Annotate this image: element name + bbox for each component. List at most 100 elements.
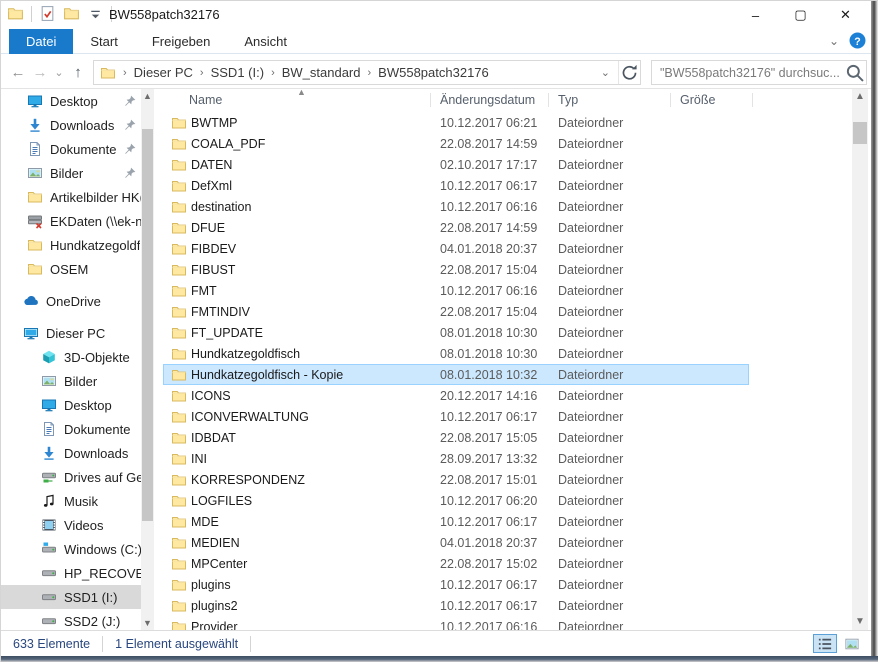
- back-button[interactable]: ←: [7, 64, 29, 81]
- sidebar-item[interactable]: Bilder: [1, 369, 141, 393]
- file-row[interactable]: plugins210.12.2017 06:17Dateiordner: [163, 595, 749, 616]
- address-bar[interactable]: ›Dieser PC›SSD1 (I:)›BW_standard›BW558pa…: [93, 60, 641, 85]
- file-row[interactable]: ICONVERWALTUNG10.12.2017 06:17Dateiordne…: [163, 406, 749, 427]
- sidebar-item[interactable]: Hundkatzegoldf: [1, 233, 141, 257]
- sidebar-item[interactable]: Bilder: [1, 161, 141, 185]
- sidebar-item-label: Downloads: [64, 446, 128, 461]
- column-header-type[interactable]: Typ: [549, 89, 671, 111]
- breadcrumb-chevron-icon[interactable]: ›: [268, 67, 278, 79]
- file-row[interactable]: MDE10.12.2017 06:17Dateiordner: [163, 511, 749, 532]
- file-row[interactable]: DFUE22.08.2017 14:59Dateiordner: [163, 217, 749, 238]
- sidebar-item[interactable]: SSD2 (J:): [1, 609, 141, 630]
- column-header-name[interactable]: Name: [161, 89, 431, 111]
- minimize-button[interactable]: –: [733, 1, 778, 29]
- scrollbar-thumb[interactable]: [853, 122, 867, 144]
- forward-button[interactable]: →: [29, 64, 51, 81]
- file-row[interactable]: DATEN02.10.2017 17:17Dateiordner: [163, 154, 749, 175]
- search-icon[interactable]: [844, 62, 866, 84]
- address-dropdown-icon[interactable]: ⌄: [593, 66, 618, 79]
- file-date: 10.12.2017 06:17: [431, 410, 549, 424]
- file-row[interactable]: FT_UPDATE08.01.2018 10:30Dateiordner: [163, 322, 749, 343]
- file-row[interactable]: BWTMP10.12.2017 06:21Dateiordner: [163, 112, 749, 133]
- sidebar-item[interactable]: OneDrive: [1, 289, 141, 313]
- file-row[interactable]: Hundkatzegoldfisch - Kopie08.01.2018 10:…: [163, 364, 749, 385]
- file-row[interactable]: LOGFILES10.12.2017 06:20Dateiordner: [163, 490, 749, 511]
- file-row[interactable]: destination10.12.2017 06:16Dateiordner: [163, 196, 749, 217]
- file-row[interactable]: DefXml10.12.2017 06:17Dateiordner: [163, 175, 749, 196]
- search-box[interactable]: "BW558patch32176" durchsuc...: [651, 60, 867, 85]
- recent-locations-icon[interactable]: ⌄: [51, 66, 67, 79]
- sidebar-item[interactable]: Drives auf Gerds: [1, 465, 141, 489]
- file-row[interactable]: plugins10.12.2017 06:17Dateiordner: [163, 574, 749, 595]
- file-type: Dateiordner: [549, 515, 671, 529]
- sidebar-item[interactable]: HP_RECOVERY (: [1, 561, 141, 585]
- file-row[interactable]: Provider10.12.2017 06:16Dateiordner: [163, 616, 749, 630]
- file-row[interactable]: FIBUST22.08.2017 15:04Dateiordner: [163, 259, 749, 280]
- maximize-button[interactable]: ▢: [778, 1, 823, 29]
- file-row[interactable]: IDBDAT22.08.2017 15:05Dateiordner: [163, 427, 749, 448]
- scroll-down-icon[interactable]: ▼: [141, 616, 154, 630]
- file-row[interactable]: MEDIEN04.01.2018 20:37Dateiordner: [163, 532, 749, 553]
- file-row[interactable]: FMT10.12.2017 06:16Dateiordner: [163, 280, 749, 301]
- close-button[interactable]: ✕: [823, 1, 868, 29]
- sidebar-item[interactable]: EKDaten (\\ek-n: [1, 209, 141, 233]
- file-type: Dateiordner: [549, 284, 671, 298]
- breadcrumb-item[interactable]: BW_standard: [278, 65, 365, 80]
- tab-datei[interactable]: Datei: [9, 29, 73, 54]
- breadcrumb-chevron-icon[interactable]: ›: [197, 67, 207, 79]
- qat-customize-icon[interactable]: [87, 5, 104, 22]
- file-row[interactable]: KORRESPONDENZ22.08.2017 15:01Dateiordner: [163, 469, 749, 490]
- tab-freigeben[interactable]: Freigeben: [135, 29, 228, 54]
- scrollbar-thumb[interactable]: [142, 129, 153, 521]
- scroll-up-icon[interactable]: ▲: [141, 89, 154, 103]
- sidebar-item[interactable]: 3D-Objekte: [1, 345, 141, 369]
- new-folder-icon[interactable]: [63, 5, 80, 22]
- sidebar-item[interactable]: Desktop: [1, 393, 141, 417]
- tab-ansicht[interactable]: Ansicht: [227, 29, 304, 54]
- file-row[interactable]: FMTINDIV22.08.2017 15:04Dateiordner: [163, 301, 749, 322]
- details-view-button[interactable]: [813, 634, 837, 653]
- sidebar-item[interactable]: Musik: [1, 489, 141, 513]
- breadcrumb-item[interactable]: Dieser PC: [130, 65, 197, 80]
- file-row[interactable]: ICONS20.12.2017 14:16Dateiordner: [163, 385, 749, 406]
- help-icon[interactable]: ?: [849, 32, 866, 49]
- folder-icon[interactable]: [7, 5, 24, 22]
- up-button[interactable]: ↑: [67, 64, 89, 81]
- sidebar-scrollbar[interactable]: ▲ ▼: [141, 89, 154, 630]
- pin-icon: [123, 142, 137, 156]
- sidebar-item[interactable]: Windows (C:): [1, 537, 141, 561]
- breadcrumb-chevron-icon[interactable]: ›: [120, 67, 130, 79]
- list-scrollbar[interactable]: ▲ ▼: [852, 89, 868, 630]
- file-row[interactable]: FIBDEV04.01.2018 20:37Dateiordner: [163, 238, 749, 259]
- sidebar-item[interactable]: Dieser PC: [1, 321, 141, 345]
- sidebar-item[interactable]: Videos: [1, 513, 141, 537]
- scroll-down-icon[interactable]: ▼: [852, 614, 868, 630]
- column-header-size[interactable]: Größe: [671, 89, 753, 111]
- breadcrumb-item[interactable]: BW558patch32176: [374, 65, 493, 80]
- scroll-up-icon[interactable]: ▲: [852, 89, 868, 105]
- sidebar-item[interactable]: Dokumente: [1, 137, 141, 161]
- file-row[interactable]: MPCenter22.08.2017 15:02Dateiordner: [163, 553, 749, 574]
- column-header-date[interactable]: Änderungsdatum: [431, 89, 549, 111]
- breadcrumb-item[interactable]: SSD1 (I:): [207, 65, 268, 80]
- sidebar-item[interactable]: Downloads: [1, 441, 141, 465]
- folder-icon: [171, 199, 187, 215]
- file-row[interactable]: Hundkatzegoldfisch08.01.2018 10:30Dateio…: [163, 343, 749, 364]
- sidebar-item[interactable]: Downloads: [1, 113, 141, 137]
- thumbnails-view-button[interactable]: [840, 634, 864, 653]
- sidebar-item[interactable]: Dokumente: [1, 417, 141, 441]
- file-name: FIBDEV: [191, 242, 431, 256]
- refresh-icon[interactable]: [618, 61, 640, 84]
- file-row[interactable]: COALA_PDF22.08.2017 14:59Dateiordner: [163, 133, 749, 154]
- properties-check-icon[interactable]: [39, 5, 56, 22]
- search-input[interactable]: "BW558patch32176" durchsuc...: [652, 66, 844, 80]
- sidebar-item[interactable]: Desktop: [1, 89, 141, 113]
- ribbon-expand-icon[interactable]: ⌄: [829, 34, 839, 48]
- breadcrumb-chevron-icon[interactable]: ›: [365, 67, 375, 79]
- sidebar-item[interactable]: SSD1 (I:): [1, 585, 141, 609]
- sidebar-item[interactable]: Artikelbilder HK(: [1, 185, 141, 209]
- sidebar-item-label: Artikelbilder HK(: [50, 190, 141, 205]
- sidebar-item[interactable]: OSEM: [1, 257, 141, 281]
- tab-start[interactable]: Start: [73, 29, 134, 54]
- file-row[interactable]: INI28.09.2017 13:32Dateiordner: [163, 448, 749, 469]
